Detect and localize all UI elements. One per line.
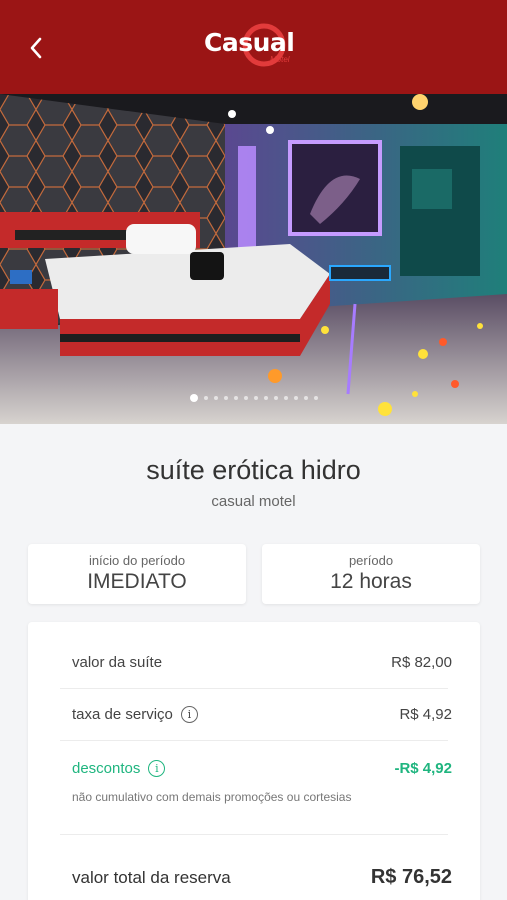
period-start-value: IMEDIATO <box>87 570 187 593</box>
discount-note: não cumulativo com demais promoções ou c… <box>72 790 352 804</box>
suite-name: suíte erótica hidro <box>146 455 361 485</box>
discounts-label: descontos <box>72 760 141 777</box>
service-fee-row: taxa de serviço i R$ 4,92 <box>72 706 452 723</box>
period-duration-value: 12 horas <box>330 570 412 593</box>
carousel-dot[interactable] <box>303 396 308 400</box>
total-label: valor total da reserva <box>72 867 231 887</box>
carousel-dot[interactable] <box>313 396 318 400</box>
brand-logo: Casual Motel <box>200 22 310 68</box>
carousel-dot[interactable] <box>233 396 238 400</box>
service-fee-amount: R$ 4,92 <box>399 706 452 723</box>
divider <box>60 740 448 741</box>
chevron-left-icon <box>30 37 42 59</box>
carousel-dot[interactable] <box>263 396 268 400</box>
price-summary-card: valor da suíte R$ 82,00 taxa de serviço … <box>28 622 480 900</box>
carousel-dot[interactable] <box>189 394 198 402</box>
brand-subtitle: Motel <box>270 55 290 64</box>
motel-name: casual motel <box>211 493 296 510</box>
info-icon[interactable]: i <box>180 706 198 723</box>
suite-value-row: valor da suíte R$ 82,00 <box>72 654 452 671</box>
total-amount: R$ 76,52 <box>370 866 452 888</box>
suite-photo-carousel[interactable] <box>0 94 507 424</box>
brand-name: Casual <box>204 28 295 57</box>
carousel-dot[interactable] <box>253 396 258 400</box>
carousel-pagination <box>0 394 507 402</box>
carousel-dot[interactable] <box>283 396 288 400</box>
total-row: valor total da reserva R$ 76,52 <box>72 866 452 889</box>
suite-value-label: valor da suíte <box>72 654 163 671</box>
app-header: Casual Motel <box>0 0 507 94</box>
period-duration-label: período <box>348 553 394 568</box>
carousel-dot[interactable] <box>243 396 248 400</box>
carousel-dot[interactable] <box>273 396 278 400</box>
discounts-amount: -R$ 4,92 <box>394 760 452 777</box>
period-duration-card[interactable]: período 12 horas <box>262 544 480 604</box>
back-button[interactable] <box>18 30 54 66</box>
carousel-dot[interactable] <box>293 396 298 400</box>
carousel-dot[interactable] <box>203 396 208 400</box>
discounts-row: descontos i -R$ 4,92 <box>72 760 452 777</box>
carousel-dot[interactable] <box>213 396 218 400</box>
suite-value-amount: R$ 82,00 <box>391 654 452 671</box>
info-icon[interactable]: i <box>148 760 166 777</box>
divider <box>60 834 448 835</box>
period-start-card[interactable]: início do período IMEDIATO <box>28 544 246 604</box>
suite-photo <box>0 94 507 424</box>
service-fee-label: taxa de serviço <box>72 706 173 723</box>
carousel-dot[interactable] <box>223 396 228 400</box>
divider <box>60 688 448 689</box>
period-start-label: início do período <box>88 553 186 568</box>
